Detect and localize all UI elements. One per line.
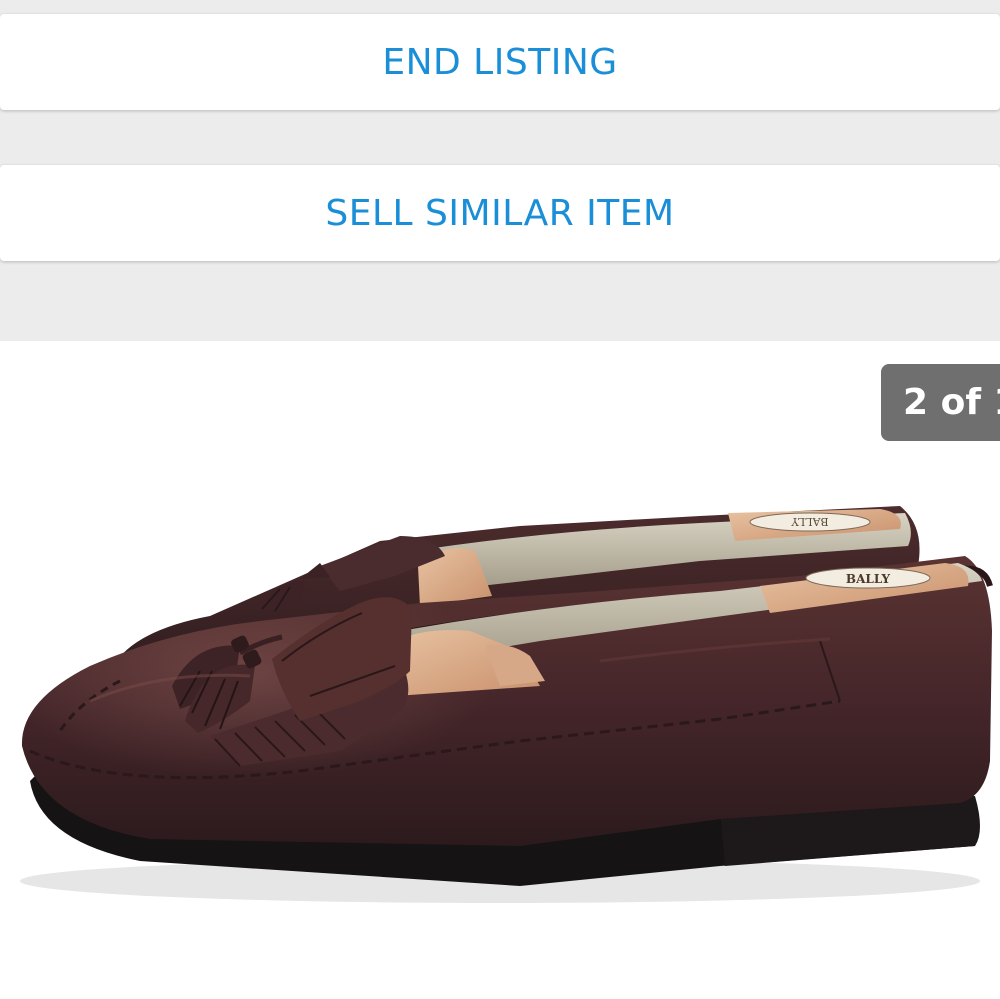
end-listing-label: END LISTING	[382, 41, 618, 83]
sell-similar-item-label: SELL SIMILAR ITEM	[325, 192, 675, 234]
end-listing-button[interactable]: END LISTING	[0, 14, 1000, 110]
sell-similar-item-button[interactable]: SELL SIMILAR ITEM	[0, 165, 1000, 261]
front-shoe: BALLY	[21, 556, 993, 886]
image-gallery[interactable]: BALLY BALLY 2 of	[0, 341, 1000, 999]
image-counter-badge: 2 of 1	[881, 364, 1000, 441]
product-photo: BALLY BALLY	[20, 506, 993, 903]
bally-label: BALLY	[846, 572, 891, 586]
svg-text:BALLY: BALLY	[791, 515, 829, 528]
listing-actions-panel: END LISTING SELL SIMILAR ITEM	[0, 0, 1000, 341]
